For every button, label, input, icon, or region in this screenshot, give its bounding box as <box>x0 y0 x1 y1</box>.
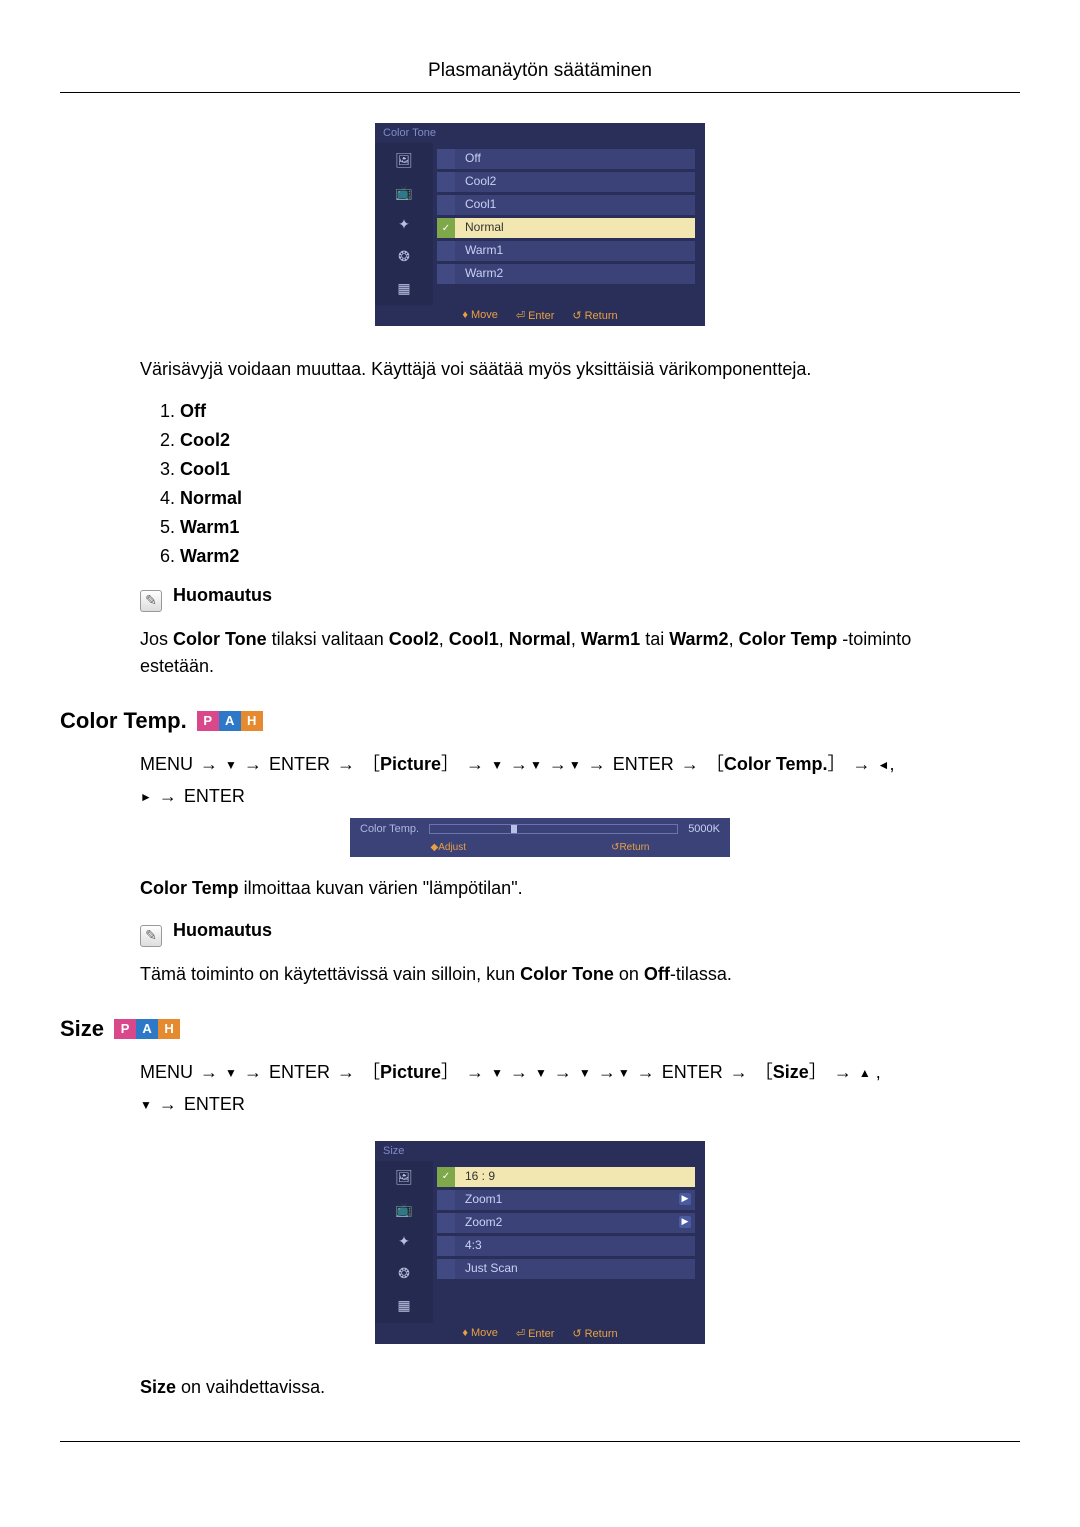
enter-icon: ⏎ <box>516 1328 525 1340</box>
list-item: Normal <box>180 488 980 509</box>
setting1-icon: ✦ <box>391 1231 417 1253</box>
note-icon: ✎ <box>140 590 162 612</box>
header-rule <box>60 92 1020 93</box>
badge-h: H <box>158 1019 180 1039</box>
osd-size: Size 🖼 📺 ✦ ❂ ▦ ✓16 : 9 Zoom1▶ Zoom2▶ 4:3… <box>375 1141 705 1344</box>
size-desc: Size on vaihdettavissa. <box>140 1374 980 1401</box>
badge-a: A <box>136 1019 158 1039</box>
intro-paragraph: Värisävyjä voidaan muuttaa. Käyttäjä voi… <box>140 356 980 383</box>
chevron-right-icon: ▶ <box>679 1216 691 1228</box>
osd-option-normal[interactable]: ✓Normal <box>437 218 695 238</box>
enter-icon: ⏎ <box>516 310 525 322</box>
picture-icon: 🖼 <box>391 1167 417 1189</box>
page-title: Plasmanäytön säätäminen <box>60 60 1020 82</box>
multi-icon: ▦ <box>391 1295 417 1317</box>
osd-option-warm1[interactable]: Warm1 <box>437 241 695 261</box>
chevron-right-icon: ▶ <box>679 1193 691 1205</box>
return-icon: ↺ <box>572 1328 581 1340</box>
multi-icon: ▦ <box>391 277 417 299</box>
osd-option-zoom2[interactable]: Zoom2▶ <box>437 1213 695 1233</box>
list-item: Warm1 <box>180 517 980 538</box>
setting1-icon: ✦ <box>391 213 417 235</box>
badge-a: A <box>219 711 241 731</box>
osd-bar-value: 5000K <box>688 823 720 835</box>
list-item: Cool1 <box>180 459 980 480</box>
osd-bar-footer: ◆Adjust ↺Return <box>350 840 730 857</box>
osd-options: Off Cool2 Cool1 ✓Normal Warm1 Warm2 <box>433 143 705 305</box>
mode-badges: P A H <box>197 711 263 731</box>
return-icon: ↺ <box>572 310 581 322</box>
osd-bar-label: Color Temp. <box>360 823 419 835</box>
picture-icon: 🖼 <box>391 149 417 171</box>
osd-color-tone: Color Tone 🖼 📺 ✦ ❂ ▦ Off Cool2 Cool1 ✓No… <box>375 123 705 326</box>
osd-option-cool1[interactable]: Cool1 <box>437 195 695 215</box>
osd-option-4-3[interactable]: 4:3 <box>437 1236 695 1256</box>
osd-option-16-9[interactable]: ✓16 : 9 <box>437 1167 695 1187</box>
section-color-temp-heading: Color Temp. P A H <box>60 708 1020 734</box>
osd-options: ✓16 : 9 Zoom1▶ Zoom2▶ 4:3 Just Scan <box>433 1161 705 1323</box>
osd-color-temp-bar: Color Temp. 5000K ◆Adjust ↺Return <box>350 818 730 857</box>
option-list: Off Cool2 Cool1 Normal Warm1 Warm2 <box>180 401 980 567</box>
monitor-icon: 📺 <box>391 181 417 203</box>
badge-p: P <box>197 711 219 731</box>
monitor-icon: 📺 <box>391 1199 417 1221</box>
osd-sidebar: 🖼 📺 ✦ ❂ ▦ <box>375 143 433 305</box>
badge-h: H <box>241 711 263 731</box>
nav-path-color-temp: MENU → ▼ → ENTER → ［Picture］ → ▼ →▼ →▼ →… <box>140 748 980 813</box>
colortemp-desc: Color Temp ilmoittaa kuvan värien "lämpö… <box>140 875 980 902</box>
osd-title: Color Tone <box>375 123 705 143</box>
badge-p: P <box>114 1019 136 1039</box>
setting2-icon: ❂ <box>391 245 417 267</box>
setting2-icon: ❂ <box>391 1263 417 1285</box>
osd-option-cool2[interactable]: Cool2 <box>437 172 695 192</box>
mode-badges: P A H <box>114 1019 180 1039</box>
section-size-heading: Size P A H <box>60 1016 1020 1042</box>
osd-title: Size <box>375 1141 705 1161</box>
list-item: Cool2 <box>180 430 980 451</box>
move-icon: ♦ <box>462 309 468 321</box>
nav-path-size: MENU → ▼ → ENTER → ［Picture］ → ▼ → ▼ → ▼… <box>140 1056 980 1121</box>
list-item: Warm2 <box>180 546 980 567</box>
note-body: Tämä toiminto on käytettävissä vain sill… <box>140 961 980 988</box>
osd-sidebar: 🖼 📺 ✦ ❂ ▦ <box>375 1161 433 1323</box>
osd-option-zoom1[interactable]: Zoom1▶ <box>437 1190 695 1210</box>
osd-footer: ♦Move ⏎Enter ↺Return <box>375 1323 705 1344</box>
list-item: Off <box>180 401 980 422</box>
osd-option-just-scan[interactable]: Just Scan <box>437 1259 695 1279</box>
osd-footer: ♦Move ⏎Enter ↺Return <box>375 305 705 326</box>
footer-rule <box>60 1441 1020 1442</box>
note-heading: ✎ Huomautus <box>140 920 980 947</box>
note-icon: ✎ <box>140 925 162 947</box>
osd-option-off[interactable]: Off <box>437 149 695 169</box>
note-body: Jos Color Tone tilaksi valitaan Cool2, C… <box>140 626 980 680</box>
move-icon: ♦ <box>462 1327 468 1339</box>
osd-option-warm2[interactable]: Warm2 <box>437 264 695 284</box>
osd-bar-track[interactable] <box>429 824 678 834</box>
note-heading: ✎ Huomautus <box>140 585 980 612</box>
